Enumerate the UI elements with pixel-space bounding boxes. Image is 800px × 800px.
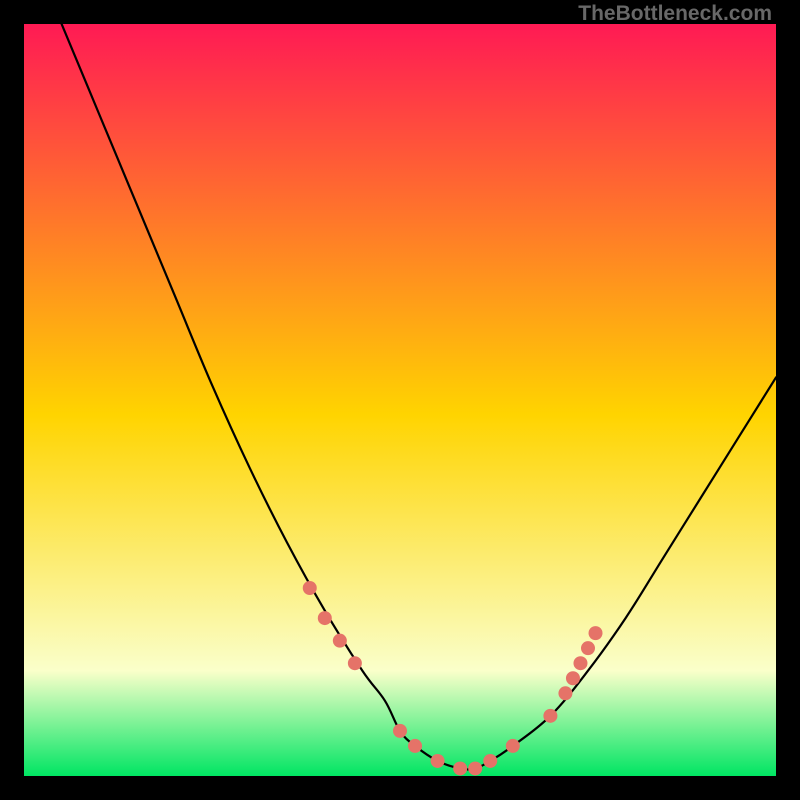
- marker-point: [483, 754, 497, 768]
- marker-point: [453, 761, 467, 775]
- marker-point: [566, 671, 580, 685]
- marker-point: [408, 739, 422, 753]
- marker-point: [543, 709, 557, 723]
- marker-point: [573, 656, 587, 670]
- gradient-background: [24, 24, 776, 776]
- chart-frame: [24, 24, 776, 776]
- marker-point: [303, 581, 317, 595]
- watermark-text: TheBottleneck.com: [578, 2, 772, 26]
- marker-point: [431, 754, 445, 768]
- marker-point: [506, 739, 520, 753]
- marker-point: [558, 686, 572, 700]
- marker-point: [581, 641, 595, 655]
- chart-svg: [24, 24, 776, 776]
- marker-point: [333, 634, 347, 648]
- marker-point: [393, 724, 407, 738]
- marker-point: [468, 761, 482, 775]
- marker-point: [589, 626, 603, 640]
- marker-point: [318, 611, 332, 625]
- marker-point: [348, 656, 362, 670]
